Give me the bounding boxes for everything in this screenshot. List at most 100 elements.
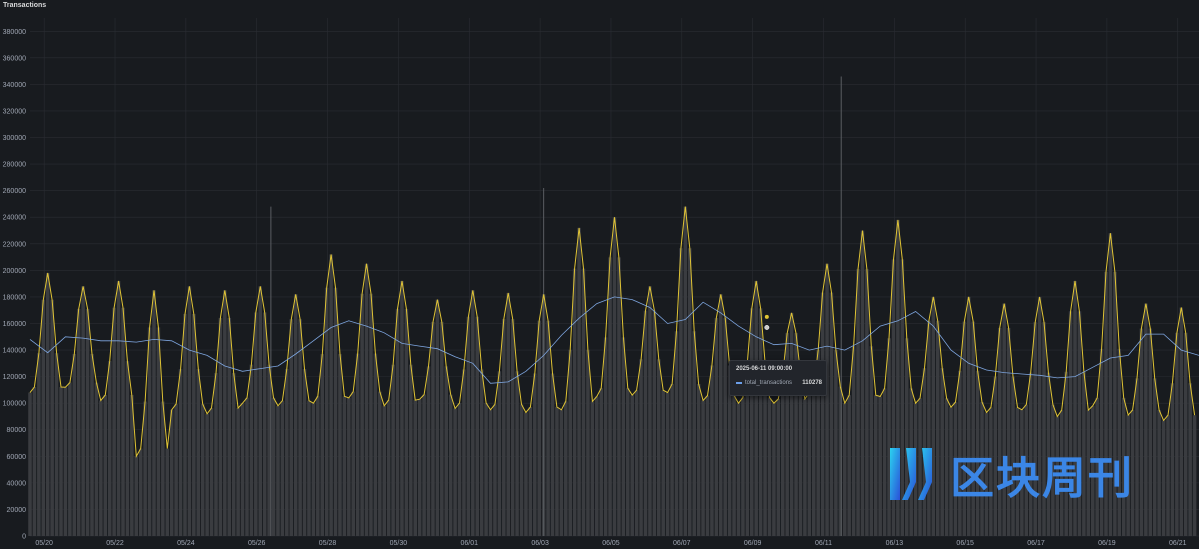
hourly-bar <box>271 397 276 536</box>
hourly-bar <box>209 408 214 536</box>
hourly-bar <box>524 412 528 536</box>
hourly-bar <box>488 409 493 536</box>
hourly-bar <box>754 280 758 536</box>
hourly-bar <box>395 308 400 536</box>
hourly-bar <box>471 290 475 536</box>
hourly-bar <box>869 346 874 536</box>
hover-marker-raw <box>764 314 769 319</box>
hover-tooltip: 2025-06-11 09:00:00 total_transactions 1… <box>729 360 827 396</box>
hourly-bar <box>192 313 196 536</box>
hourly-bar <box>200 404 205 536</box>
hourly-bar <box>639 359 643 536</box>
hourly-bar <box>94 382 99 536</box>
hourly-bar <box>355 353 360 536</box>
hourly-bar <box>444 366 449 536</box>
hourly-bar <box>448 394 453 536</box>
watermark-logo: 区块周刊 <box>886 442 1186 506</box>
hourly-bar <box>329 254 333 536</box>
hourly-bar <box>732 395 736 536</box>
hourly-bar <box>776 399 781 536</box>
y-tick-label: 340000 <box>3 82 26 89</box>
hourly-bar <box>231 373 236 536</box>
hourly-bar <box>116 280 121 536</box>
hourly-bar <box>45 273 50 536</box>
hourly-bar <box>41 299 46 536</box>
hourly-bar <box>749 308 754 536</box>
y-tick-label: 140000 <box>3 348 26 355</box>
hourly-bar <box>719 294 723 536</box>
hourly-bar <box>652 310 657 536</box>
y-tick-label: 100000 <box>3 401 26 408</box>
hourly-bar <box>178 369 183 536</box>
x-tick-label: 06/19 <box>1098 540 1116 547</box>
hourly-bar <box>736 403 741 536</box>
hourly-bar <box>626 388 630 536</box>
y-tick-label: 220000 <box>3 241 26 248</box>
hourly-bar <box>665 392 670 536</box>
hourly-bar <box>422 394 426 536</box>
hourly-bar <box>904 338 909 536</box>
hourly-bar <box>59 387 63 536</box>
hourly-bar <box>68 382 72 536</box>
hourly-bar <box>466 316 471 536</box>
hourly-bar <box>187 286 192 536</box>
hourly-bar <box>112 307 116 536</box>
hourly-bar <box>386 400 391 536</box>
hourly-bar <box>612 217 617 536</box>
hourly-bar <box>293 294 298 536</box>
x-tick-label: 06/11 <box>815 540 832 547</box>
hourly-bar <box>484 403 488 536</box>
hourly-bar <box>847 395 851 536</box>
hourly-bar <box>798 373 803 536</box>
hourly-bar <box>37 353 41 536</box>
hourly-bar <box>165 448 170 536</box>
hourly-bar <box>103 394 108 536</box>
x-tick-label: 05/30 <box>390 540 408 547</box>
hourly-bar <box>493 404 497 536</box>
hourly-bar <box>811 386 816 536</box>
hourly-bar <box>347 397 351 536</box>
hourly-bar <box>138 448 143 536</box>
hourly-bar <box>28 392 32 536</box>
y-tick-label: 260000 <box>3 188 26 195</box>
hourly-bar <box>577 227 581 536</box>
x-tick-label: 06/01 <box>460 540 478 547</box>
hourly-bar <box>134 456 139 536</box>
hourly-bar <box>76 308 81 536</box>
hourly-bar <box>174 404 178 536</box>
hourly-bar <box>1188 383 1192 536</box>
hourly-bar <box>320 354 325 536</box>
y-tick-label: 200000 <box>3 268 26 275</box>
hourly-bar <box>262 312 267 536</box>
hourly-bar <box>617 257 621 536</box>
hourly-bar <box>369 293 373 536</box>
hourly-bar <box>643 310 648 536</box>
hourly-bar <box>302 369 307 536</box>
hourly-bar <box>125 361 130 536</box>
hourly-bar <box>223 290 227 536</box>
y-axis: 0 20000 40000 60000 80000 100000 120000 140000 1… <box>3 29 26 541</box>
hourly-bar <box>670 383 674 536</box>
hourly-bar <box>373 353 378 536</box>
hourly-bar <box>316 396 320 536</box>
y-tick-label: 240000 <box>3 215 26 222</box>
hourly-bar <box>280 400 285 536</box>
x-axis: 05/20 05/22 05/24 05/26 05/28 05/30 06/01 06/03… <box>35 540 1186 547</box>
hourly-bar <box>391 364 395 536</box>
tooltip-time: 2025-06-11 09:00:00 <box>736 366 793 372</box>
hourly-bar <box>382 405 387 536</box>
hourly-bar <box>856 269 860 536</box>
hourly-bar <box>311 403 316 536</box>
hourly-bar <box>161 401 165 536</box>
hourly-bar <box>515 371 519 536</box>
hourly-bar <box>873 395 878 536</box>
hourly-bar <box>413 400 418 536</box>
logo-icon <box>890 448 932 500</box>
hourly-bar <box>249 364 254 536</box>
hourly-bar <box>559 409 564 536</box>
hourly-bar <box>710 365 714 536</box>
hourly-bar <box>723 318 727 536</box>
hourly-bar <box>688 248 692 536</box>
hourly-bar <box>842 403 847 536</box>
hourly-bar <box>546 320 550 536</box>
